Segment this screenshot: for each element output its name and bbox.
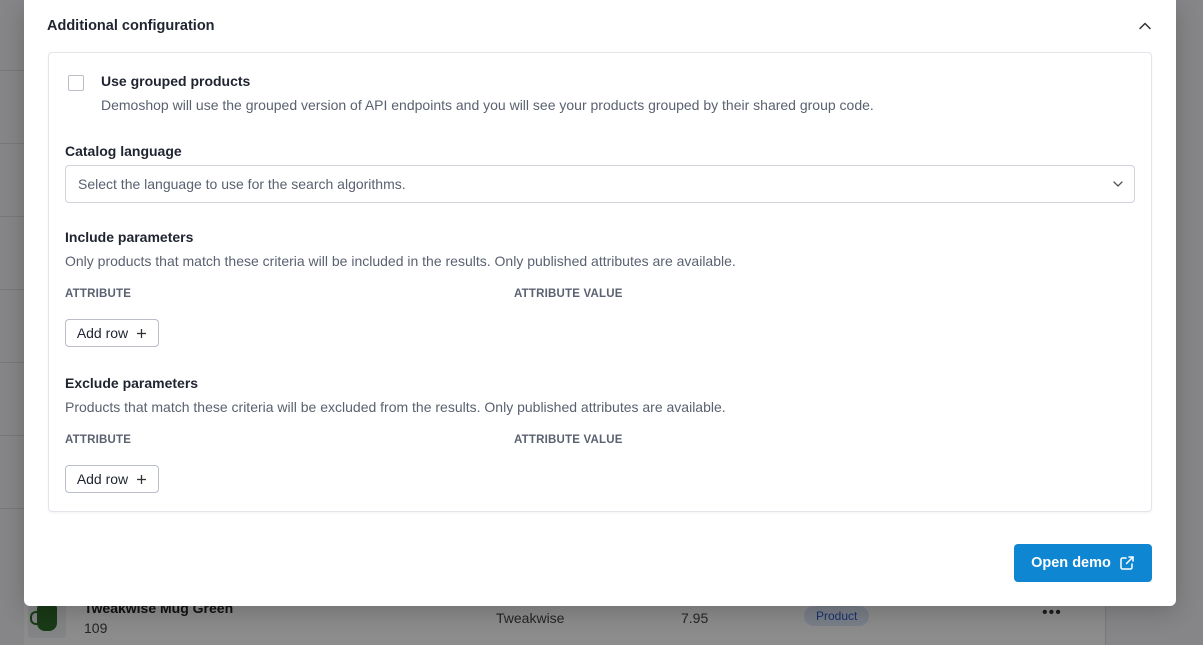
exclude-add-row-button[interactable]: Add row [65,465,159,493]
grouped-products-description: Demoshop will use the grouped version of… [101,97,874,113]
chevron-up-icon[interactable] [1138,19,1152,33]
external-link-icon [1120,556,1134,570]
section-title: Additional configuration [47,18,215,34]
grouped-products-label[interactable]: Use grouped products [101,73,250,89]
open-demo-label: Open demo [1031,555,1111,571]
include-attribute-header: ATTRIBUTE [65,288,132,300]
include-add-row-button[interactable]: Add row [65,319,159,347]
exclude-attribute-value-header: ATTRIBUTE VALUE [514,434,623,446]
exclude-attribute-header: ATTRIBUTE [65,434,132,446]
exclude-parameters-description: Products that match these criteria will … [65,399,726,415]
chevron-down-icon [1113,181,1123,187]
include-parameters-description: Only products that match these criteria … [65,253,736,269]
add-row-label: Add row [76,325,129,341]
include-attribute-value-header: ATTRIBUTE VALUE [514,288,623,300]
catalog-language-label: Catalog language [65,143,182,159]
plus-icon [137,328,147,338]
include-parameters-title: Include parameters [65,229,194,245]
open-demo-button[interactable]: Open demo [1014,544,1152,582]
exclude-parameters-title: Exclude parameters [65,375,199,391]
section-header[interactable]: Additional configuration [47,17,1152,37]
configuration-panel: Use grouped products Demoshop will use t… [48,52,1152,512]
catalog-language-select[interactable]: Select the language to use for the searc… [65,165,1135,203]
plus-icon [137,474,147,484]
add-row-label: Add row [76,471,129,487]
catalog-language-placeholder: Select the language to use for the searc… [78,176,406,192]
grouped-products-checkbox[interactable] [68,75,84,91]
configuration-modal: Additional configuration Use grouped pro… [24,0,1176,606]
